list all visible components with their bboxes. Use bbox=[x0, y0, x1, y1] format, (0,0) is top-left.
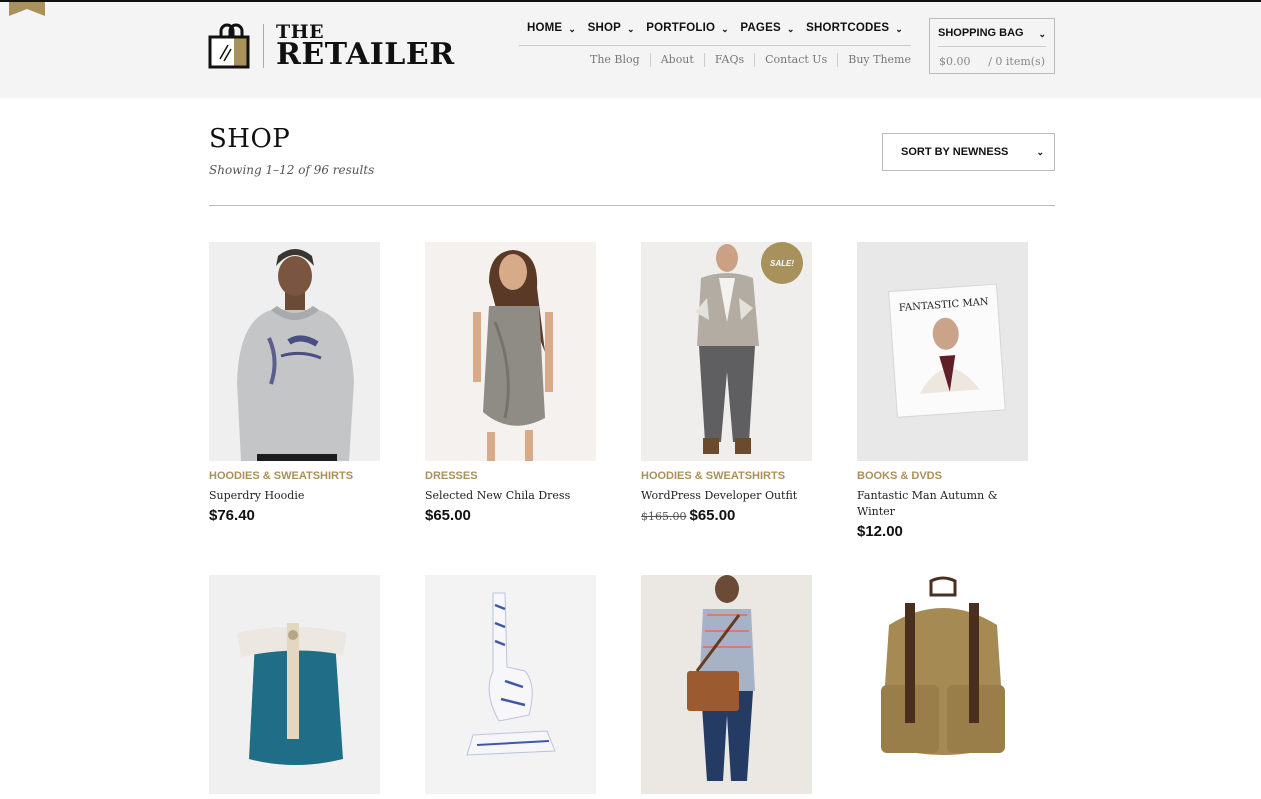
product-price: $65.00 bbox=[425, 507, 596, 524]
product-image[interactable]: SALE! bbox=[641, 242, 812, 461]
product-card[interactable] bbox=[641, 575, 812, 799]
shopping-bag-widget[interactable]: SHOPPING BAG ⌄ $0.00 / 0 item(s) bbox=[929, 18, 1055, 74]
product-card[interactable] bbox=[857, 575, 1028, 799]
product-price: $12.00 bbox=[857, 523, 1028, 540]
product-card[interactable]: FANTASTIC MAN BOOKS & DVDS Fantastic Man… bbox=[857, 242, 1028, 540]
product-card[interactable] bbox=[209, 575, 380, 799]
product-image[interactable]: FANTASTIC MAN bbox=[857, 242, 1028, 461]
messenger-bag-model-image bbox=[641, 575, 812, 794]
product-category[interactable]: BOOKS & DVDS bbox=[857, 470, 1028, 482]
product-image[interactable] bbox=[425, 242, 596, 461]
site-logo[interactable]: THE RETAILER bbox=[208, 22, 455, 70]
product-category[interactable]: HOODIES & SWEATSHIRTS bbox=[209, 470, 380, 482]
sort-selected-value: SORT BY NEWNESS bbox=[901, 146, 1009, 158]
logo-separator bbox=[263, 24, 264, 68]
product-category[interactable]: DRESSES bbox=[425, 470, 596, 482]
nav-item-home[interactable]: HOME ⌄ bbox=[527, 22, 576, 45]
product-image[interactable] bbox=[209, 242, 380, 461]
nav-item-shop[interactable]: SHOP ⌄ bbox=[588, 22, 635, 45]
product-name[interactable]: Selected New Chila Dress bbox=[425, 488, 596, 504]
chevron-down-icon: ⌄ bbox=[568, 24, 577, 34]
product-name[interactable]: WordPress Developer Outfit bbox=[641, 488, 812, 504]
product-card[interactable]: DRESSES Selected New Chila Dress $65.00 bbox=[425, 242, 596, 524]
nav-item-label: SHORTCODES bbox=[806, 22, 890, 34]
product-name[interactable]: Fantastic Man Autumn & Winter bbox=[857, 488, 1028, 520]
current-price: $12.00 bbox=[857, 523, 903, 540]
product-category[interactable]: HOODIES & SWEATSHIRTS bbox=[641, 470, 812, 482]
canvas-rucksack-image bbox=[857, 575, 1028, 794]
logo-wordmark: THE RETAILER bbox=[276, 22, 455, 72]
nav-item-label: HOME bbox=[527, 22, 563, 34]
bag-item-count: / 0 item(s) bbox=[988, 55, 1045, 68]
original-price: $165.00 bbox=[641, 510, 687, 523]
product-card[interactable] bbox=[425, 575, 596, 799]
current-price: $76.40 bbox=[209, 507, 255, 524]
product-price: $165.00 $65.00 bbox=[641, 507, 812, 524]
product-image[interactable] bbox=[209, 575, 380, 794]
site-header: THE RETAILER HOME ⌄ SHOP ⌄ PORTFOLIO ⌄ P… bbox=[0, 2, 1261, 98]
product-image[interactable] bbox=[857, 575, 1028, 794]
nav-item-label: PAGES bbox=[740, 22, 781, 34]
nav-item-label: SHOP bbox=[587, 22, 621, 34]
product-image[interactable] bbox=[425, 575, 596, 794]
chevron-down-icon: ⌄ bbox=[786, 24, 795, 34]
sort-dropdown[interactable]: SORT BY NEWNESS ⌄ bbox=[882, 133, 1055, 171]
nav-item-shortcodes[interactable]: SHORTCODES ⌄ bbox=[806, 22, 903, 45]
main-navigation: HOME ⌄ SHOP ⌄ PORTFOLIO ⌄ PAGES ⌄ SHORTC… bbox=[519, 22, 911, 46]
nav-item-pages[interactable]: PAGES ⌄ bbox=[740, 22, 794, 45]
product-name[interactable]: Superdry Hoodie bbox=[209, 488, 380, 504]
chevron-down-icon: ⌄ bbox=[721, 24, 729, 34]
subnav-item-blog[interactable]: The Blog bbox=[580, 53, 650, 67]
hoodie-model-image bbox=[209, 242, 380, 461]
porcelain-hand-image bbox=[425, 575, 596, 794]
product-price: $76.40 bbox=[209, 507, 380, 524]
chevron-down-icon: ⌄ bbox=[626, 24, 635, 34]
shopping-bag-title: SHOPPING BAG bbox=[938, 27, 1024, 39]
bag-total: $0.00 bbox=[939, 55, 971, 68]
product-card[interactable]: HOODIES & SWEATSHIRTS Superdry Hoodie $7… bbox=[209, 242, 380, 524]
nav-item-portfolio[interactable]: PORTFOLIO ⌄ bbox=[646, 22, 729, 45]
chevron-down-icon: ⌄ bbox=[1036, 147, 1044, 157]
result-count: Showing 1–12 of 96 results bbox=[209, 163, 375, 177]
sale-badge: SALE! bbox=[761, 242, 803, 284]
subnav-item-contact[interactable]: Contact Us bbox=[754, 53, 837, 67]
bookmark-ribbon-icon bbox=[9, 2, 45, 16]
header-divider bbox=[209, 205, 1055, 206]
teal-backpack-image bbox=[209, 575, 380, 794]
product-card[interactable]: SALE! HOODIES & SWEATSHIRTS WordPress De… bbox=[641, 242, 812, 524]
secondary-navigation: The Blog About FAQs Contact Us Buy Theme bbox=[580, 53, 911, 67]
current-price: $65.00 bbox=[689, 507, 736, 524]
shopping-bag-header: SHOPPING BAG ⌄ bbox=[938, 27, 1046, 47]
subnav-item-about[interactable]: About bbox=[649, 53, 704, 67]
current-price: $65.00 bbox=[425, 507, 471, 524]
nav-item-label: PORTFOLIO bbox=[646, 22, 716, 34]
chevron-down-icon: ⌄ bbox=[895, 24, 903, 34]
dress-model-image bbox=[425, 242, 596, 461]
subnav-item-faqs[interactable]: FAQs bbox=[703, 53, 754, 67]
logo-line-2: RETAILER bbox=[276, 36, 455, 72]
page-title: SHOP bbox=[209, 124, 291, 154]
chevron-down-icon: ⌄ bbox=[1038, 29, 1046, 39]
product-image[interactable] bbox=[641, 575, 812, 794]
subnav-item-buy-theme[interactable]: Buy Theme bbox=[837, 53, 911, 67]
shopping-bag-logo-icon bbox=[208, 23, 250, 69]
magazine-image: FANTASTIC MAN bbox=[857, 242, 1028, 461]
